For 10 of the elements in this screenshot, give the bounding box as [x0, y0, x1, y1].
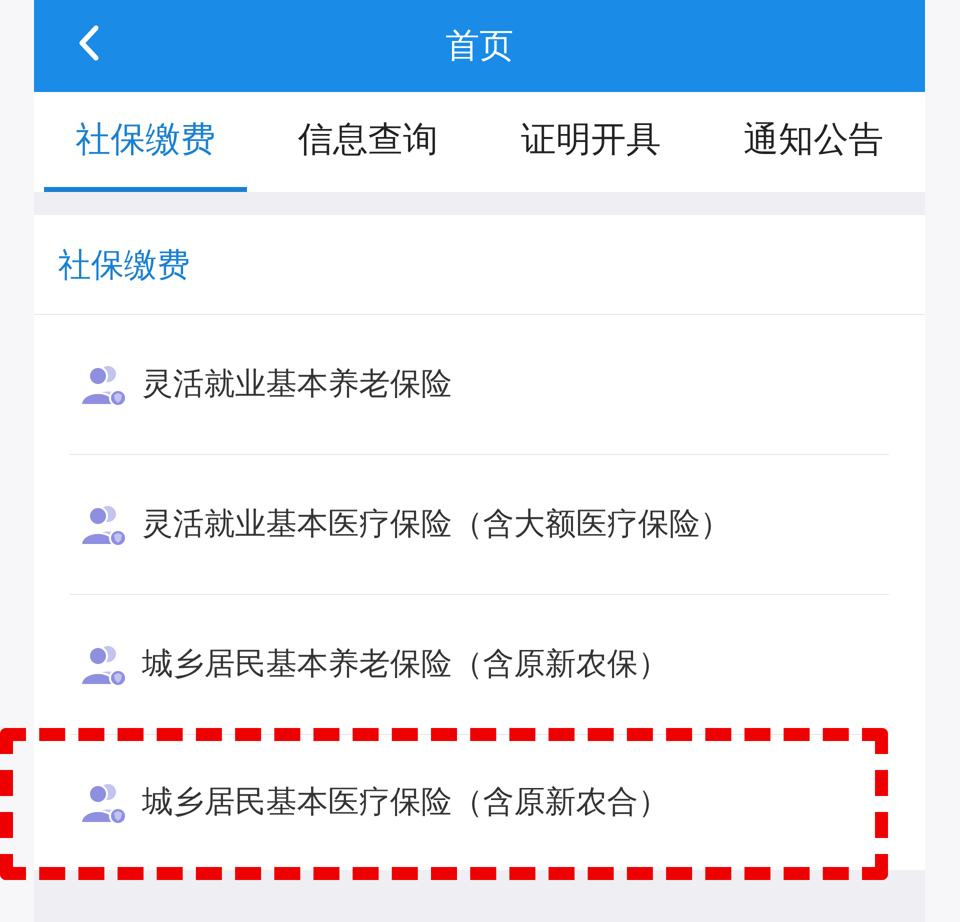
tab[interactable]: 证明开具: [490, 92, 692, 192]
insurance-item[interactable]: 城乡居民基本养老保险（含原新农保）: [70, 595, 889, 735]
tab[interactable]: 社保缴费: [44, 92, 247, 192]
insurance-item[interactable]: 灵活就业基本养老保险: [70, 315, 889, 455]
insurance-item[interactable]: 灵活就业基本医疗保险（含大额医疗保险）: [70, 455, 889, 595]
insurance-item[interactable]: 城乡居民基本医疗保险（含原新农合）: [70, 735, 889, 870]
tab[interactable]: 通知公告: [712, 92, 915, 192]
section-title: 社保缴费: [34, 215, 925, 315]
tab[interactable]: 信息查询: [266, 92, 470, 192]
page-title: 首页: [446, 25, 514, 68]
